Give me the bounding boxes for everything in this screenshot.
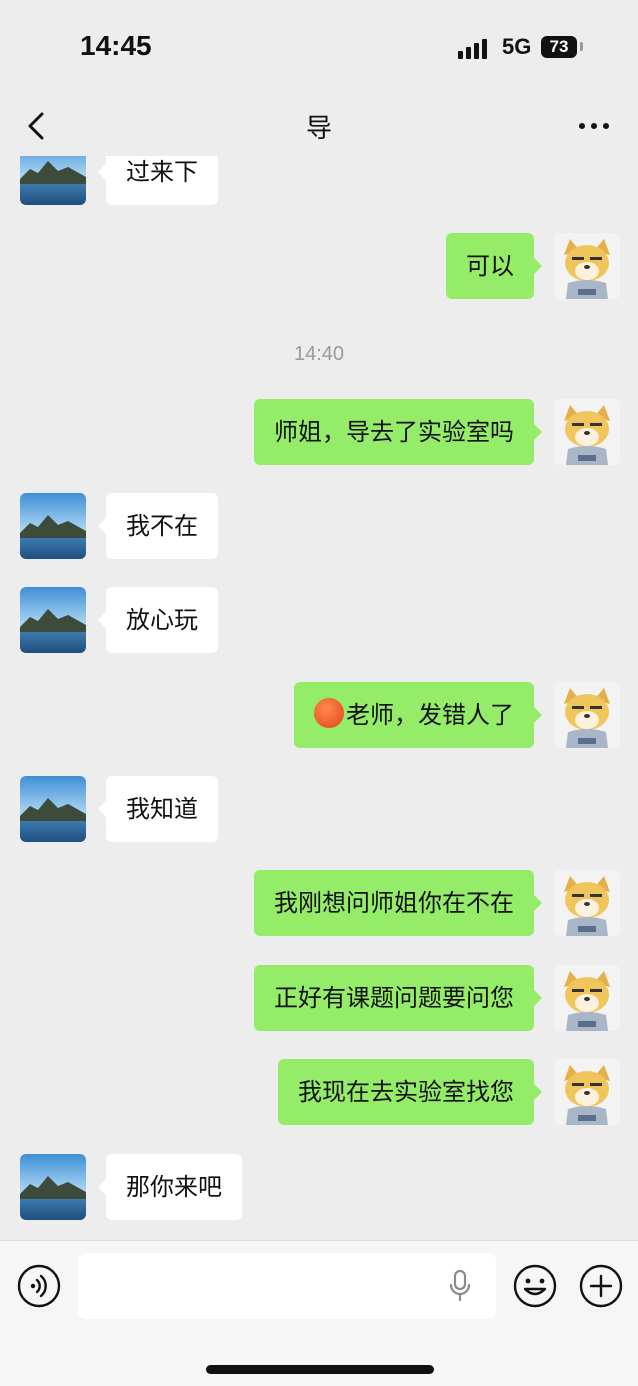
contact-avatar[interactable]	[20, 587, 86, 653]
chat-list[interactable]: 过来下 可以 14:40 师姐，导去了实验室吗 我不在 放心玩 老师，发错人了	[0, 156, 638, 1240]
contact-avatar[interactable]	[20, 156, 86, 205]
contact-avatar[interactable]	[20, 776, 86, 842]
plus-icon[interactable]	[578, 1263, 624, 1309]
message-bubble[interactable]: 我刚想问师姐你在不在	[254, 870, 542, 936]
battery-cap	[580, 42, 583, 51]
message-bubble[interactable]: 放心玩	[98, 587, 218, 653]
user-avatar[interactable]	[554, 1059, 620, 1125]
more-icon[interactable]	[574, 108, 614, 144]
message-bubble[interactable]: 我现在去实验室找您	[278, 1059, 542, 1125]
status-bar: 14:45 5G 73	[0, 0, 638, 96]
message-bubble[interactable]: 过来下	[98, 156, 218, 205]
message-bubble[interactable]: 老师，发错人了	[294, 682, 542, 748]
battery-icon: 73	[541, 36, 577, 58]
message-bubble[interactable]: 那你来吧	[98, 1154, 242, 1220]
user-avatar[interactable]	[554, 682, 620, 748]
message-input[interactable]	[78, 1253, 496, 1319]
user-avatar[interactable]	[554, 965, 620, 1031]
message-bubble[interactable]: 我知道	[98, 776, 218, 842]
user-avatar[interactable]	[554, 399, 620, 465]
user-avatar[interactable]	[554, 233, 620, 299]
message-bubble[interactable]: 我不在	[98, 493, 218, 559]
chat-title: 导	[305, 114, 332, 144]
nav-bar: 导	[0, 96, 638, 156]
user-avatar[interactable]	[554, 870, 620, 936]
input-bar	[0, 1240, 638, 1386]
message-bubble[interactable]: 正好有课题问题要问您	[254, 965, 542, 1031]
message-bubble[interactable]: 可以	[446, 233, 542, 299]
network-label: 5G	[502, 34, 532, 59]
contact-avatar[interactable]	[20, 1154, 86, 1220]
home-indicator[interactable]	[206, 1365, 434, 1374]
sweat-face-icon	[314, 698, 344, 728]
status-time: 14:45	[80, 30, 152, 61]
contact-avatar[interactable]	[20, 493, 86, 559]
mic-icon[interactable]	[448, 1269, 472, 1303]
message-bubble[interactable]: 师姐，导去了实验室吗	[254, 399, 542, 465]
voice-icon[interactable]	[16, 1263, 62, 1309]
signal-icon	[458, 37, 492, 59]
emoji-icon[interactable]	[512, 1263, 558, 1309]
message-timestamp: 14:40	[293, 343, 345, 365]
message-text: 老师，发错人了	[346, 701, 514, 729]
